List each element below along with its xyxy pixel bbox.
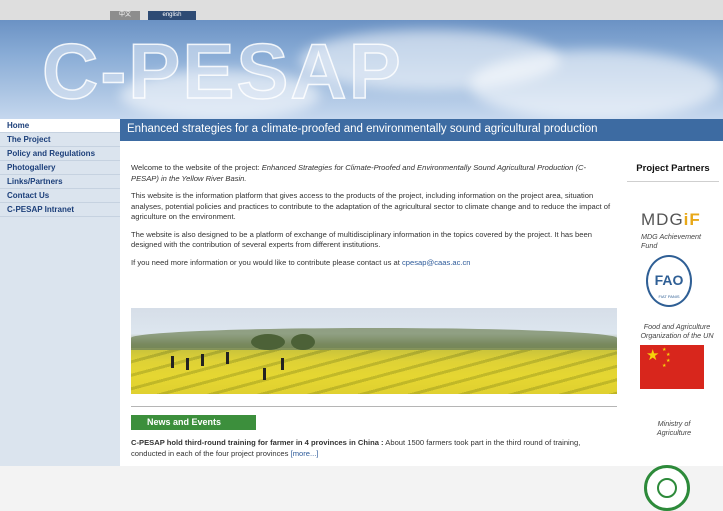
- sidebar-item-intranet[interactable]: C-PESAP Intranet: [0, 203, 120, 217]
- site-banner: C-PESAP: [0, 20, 723, 119]
- fao-caption: Food and Agriculture Organization of the…: [640, 322, 714, 340]
- lang-english-tab[interactable]: english: [148, 11, 196, 20]
- page-title: Enhanced strategies for a climate-proofe…: [127, 123, 598, 135]
- caas-logo[interactable]: [644, 465, 690, 511]
- fao-logo[interactable]: FAO FIAT PANIS: [646, 255, 692, 307]
- intro-text: Welcome to the website of the project: E…: [131, 163, 611, 275]
- contact-prefix: If you need more information or you woul…: [131, 257, 402, 267]
- china-flag-logo[interactable]: ★ ★ ★ ★ ★: [640, 345, 704, 389]
- ministry-caption: Ministry of Agriculture: [656, 419, 692, 437]
- sidebar-nav: Home The Project Policy and Regulations …: [0, 119, 120, 466]
- sidebar-item-photogallery[interactable]: Photogallery: [0, 161, 120, 175]
- contact-email-link[interactable]: cpesap@caas.ac.cn: [402, 258, 471, 267]
- sidebar-item-links-partners[interactable]: Links/Partners: [0, 175, 120, 189]
- mdg-caption: MDG Achievement Fund: [641, 232, 702, 250]
- content-area: Welcome to the website of the project: E…: [120, 141, 723, 511]
- language-bar: 中文 english: [0, 0, 723, 20]
- sidebar-item-contact-us[interactable]: Contact Us: [0, 189, 120, 203]
- sidebar-item-policy-and-regulations[interactable]: Policy and Regulations: [0, 147, 120, 161]
- rapeseed-field-photo: [131, 308, 617, 394]
- mdg-fund-logo[interactable]: MDGiF: [641, 210, 701, 230]
- contact-paragraph: If you need more information or you woul…: [131, 258, 611, 269]
- sidebar-item-the-project[interactable]: The Project: [0, 133, 120, 147]
- sidebar-item-home[interactable]: Home: [0, 119, 120, 133]
- section-divider: [131, 406, 617, 407]
- news-heading-box: News and Events: [131, 415, 256, 430]
- intro-paragraph-2: This website is the information platform…: [131, 191, 611, 221]
- intro-paragraph-3: The website is also designed to be a pla…: [131, 229, 592, 250]
- news-item: C-PESAP hold third-round training for fa…: [131, 438, 611, 459]
- lang-chinese-tab[interactable]: 中文: [110, 11, 140, 20]
- page-title-bar: Enhanced strategies for a climate-proofe…: [120, 119, 723, 141]
- site-logo: C-PESAP: [41, 26, 403, 116]
- news-item-title: C-PESAP hold third-round training for fa…: [131, 438, 384, 447]
- news-heading: News and Events: [147, 417, 222, 427]
- news-more-link[interactable]: [more...]: [291, 449, 319, 458]
- welcome-paragraph: Welcome to the website of the project: E…: [131, 163, 611, 184]
- welcome-prefix: Welcome to the website of the project:: [131, 163, 262, 172]
